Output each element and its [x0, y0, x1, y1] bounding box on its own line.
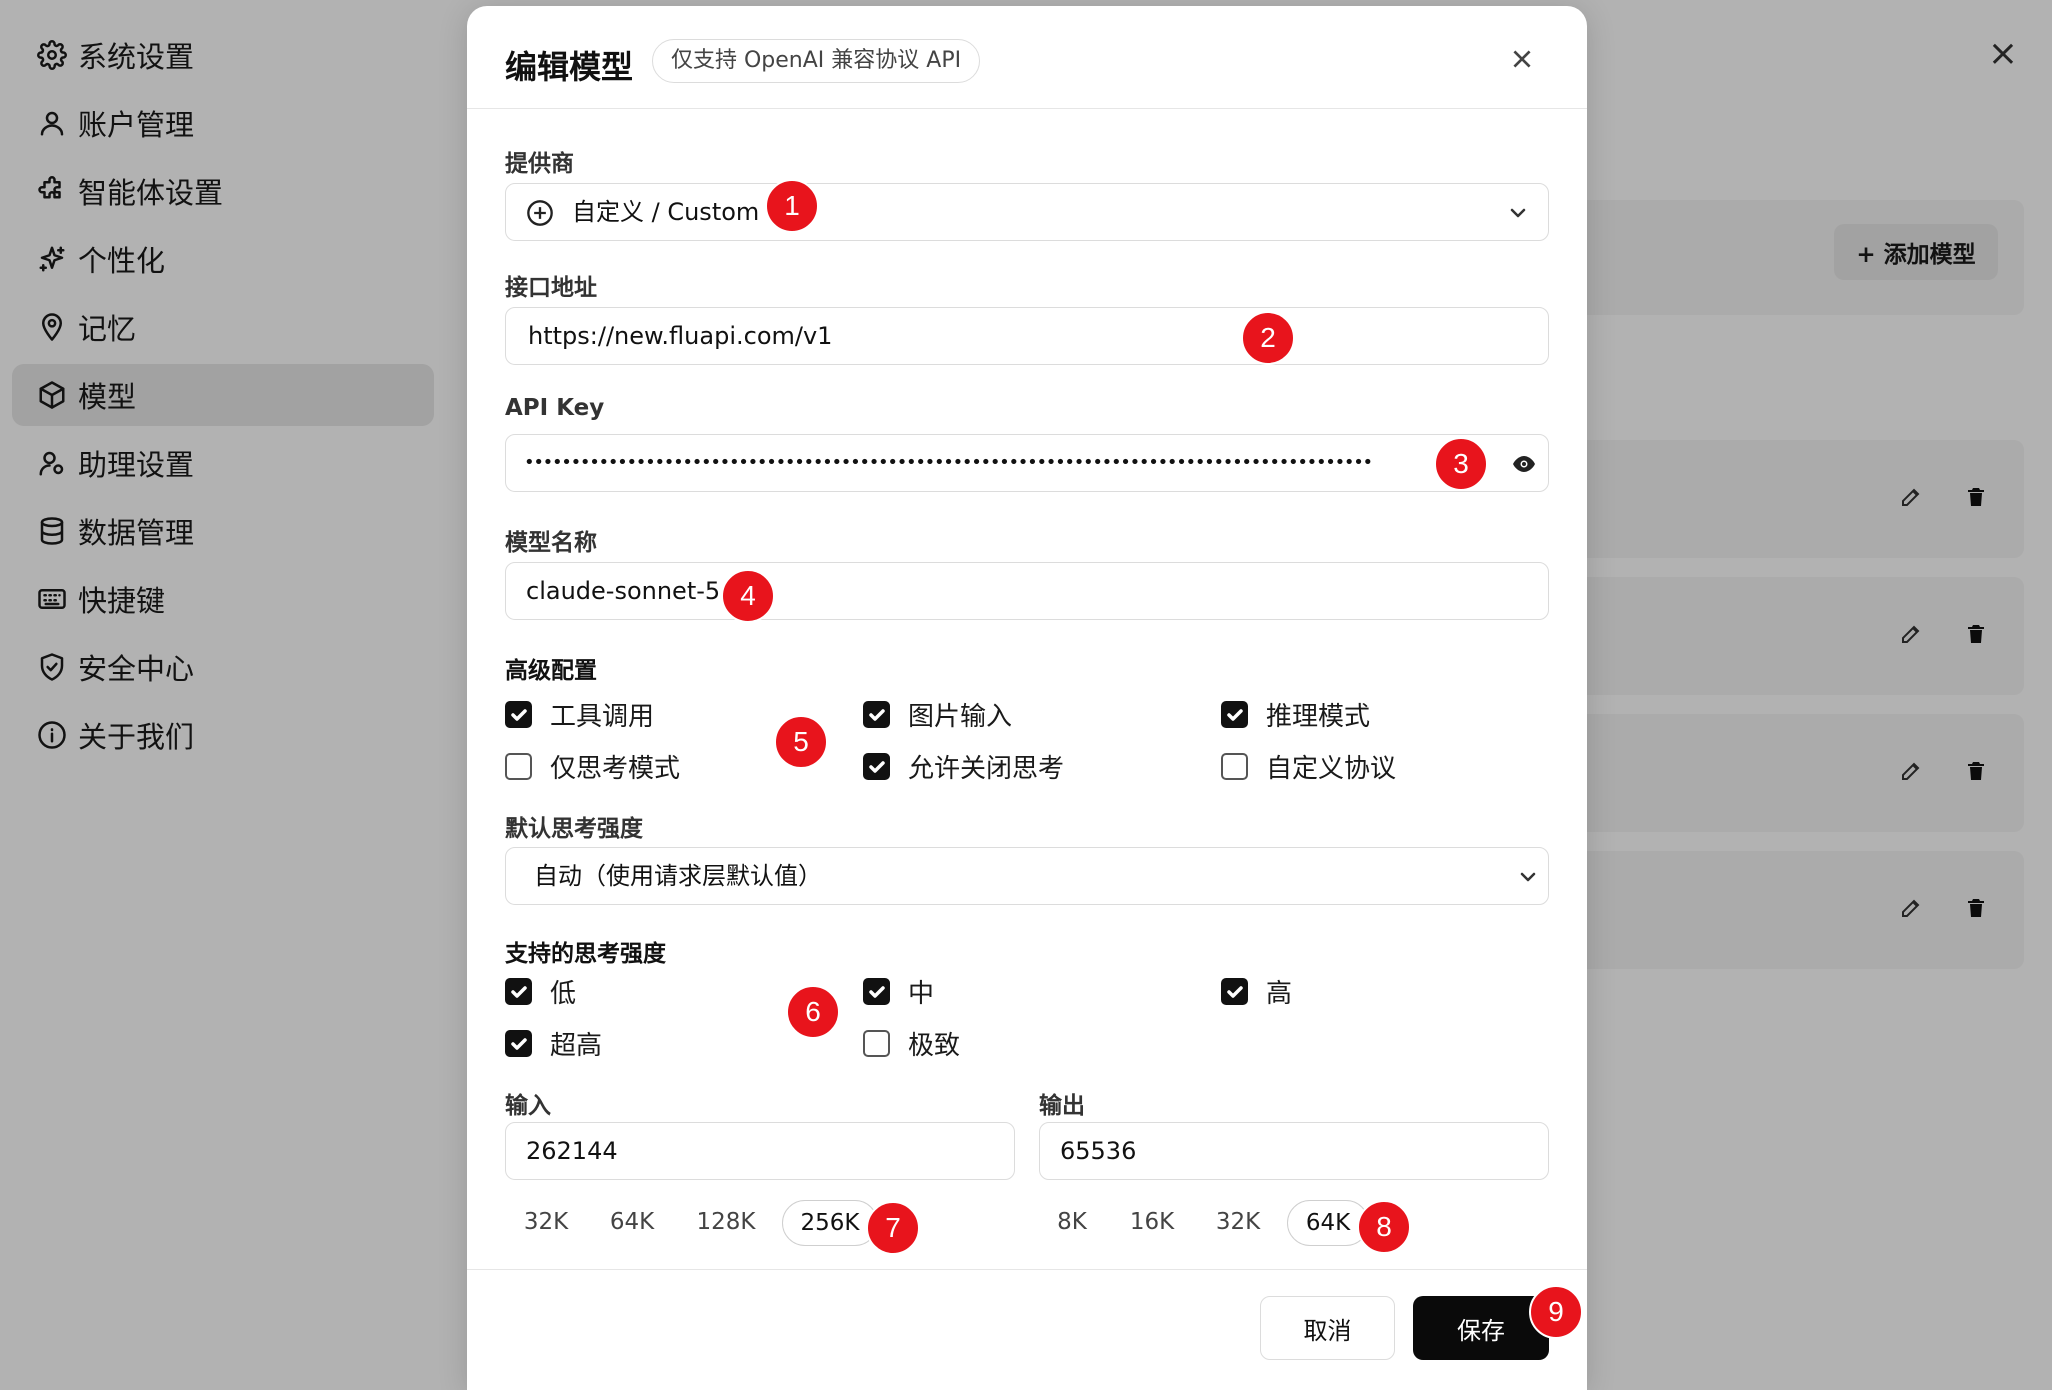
- output-preset-8k[interactable]: 8K: [1047, 1200, 1097, 1246]
- output-tokens-value: 65536: [1060, 1137, 1137, 1165]
- eye-icon[interactable]: [1512, 453, 1536, 475]
- api-key-label: API Key: [505, 395, 605, 421]
- checkbox-checked-icon: [1221, 701, 1248, 728]
- protocol-badge: 仅支持 OpenAI 兼容协议 API: [652, 39, 981, 83]
- model-name-value: claude-sonnet-5: [526, 577, 721, 605]
- checkbox-label: 低: [550, 979, 577, 1009]
- checkbox-label: 图片输入: [908, 702, 1013, 732]
- dialog-header: 编辑模型 仅支持 OpenAI 兼容协议 API: [467, 6, 1587, 109]
- checkbox-custom-protocol[interactable]: 自定义协议: [1221, 748, 1396, 785]
- checkbox-image-input[interactable]: 图片输入: [863, 696, 1012, 733]
- checkbox-checked-icon: [505, 701, 532, 728]
- checkbox-effort-high[interactable]: 高: [1221, 973, 1292, 1010]
- input-preset-64k[interactable]: 64K: [599, 1200, 665, 1246]
- checkbox-label: 极致: [908, 1031, 961, 1061]
- chevron-down-icon: [1516, 865, 1540, 889]
- model-name-input[interactable]: claude-sonnet-5: [505, 562, 1549, 620]
- endpoint-label: 接口地址: [505, 275, 597, 301]
- dialog-title: 编辑模型: [505, 48, 634, 86]
- annotation-marker: 9: [1529, 1285, 1583, 1339]
- annotation-marker: 8: [1357, 1200, 1411, 1254]
- input-preset-256k[interactable]: 256K: [782, 1200, 878, 1246]
- checkbox-unchecked-icon: [863, 1030, 890, 1057]
- default-effort-label: 默认思考强度: [505, 816, 643, 842]
- checkbox-label: 工具调用: [550, 702, 655, 732]
- checkbox-label: 自定义协议: [1266, 754, 1397, 784]
- checkbox-label: 推理模式: [1266, 702, 1371, 732]
- provider-value: 自定义 / Custom: [572, 198, 760, 226]
- input-tokens-field[interactable]: 262144: [505, 1122, 1015, 1180]
- default-effort-select[interactable]: 自动（使用请求层默认值）: [505, 847, 1549, 905]
- output-tokens-label: 输出: [1039, 1093, 1085, 1119]
- chevron-down-icon: [1506, 201, 1530, 225]
- output-preset-32k[interactable]: 32K: [1205, 1200, 1271, 1246]
- checkbox-checked-icon: [863, 978, 890, 1005]
- checkbox-reasoning-mode[interactable]: 推理模式: [1221, 696, 1370, 733]
- checkbox-label: 仅思考模式: [550, 754, 681, 784]
- annotation-marker: 2: [1241, 311, 1295, 365]
- edit-model-dialog: 编辑模型 仅支持 OpenAI 兼容协议 API 提供商 自定义 / Custo…: [467, 6, 1587, 1390]
- checkbox-allow-disable-thinking[interactable]: 允许关闭思考: [863, 748, 1064, 785]
- annotation-marker: 7: [866, 1201, 920, 1255]
- input-preset-32k[interactable]: 32K: [513, 1200, 579, 1246]
- endpoint-input[interactable]: https://new.fluapi.com/v1: [505, 307, 1549, 365]
- output-preset-16k[interactable]: 16K: [1119, 1200, 1185, 1246]
- cancel-button[interactable]: 取消: [1260, 1296, 1395, 1360]
- checkbox-effort-xhigh[interactable]: 超高: [505, 1025, 602, 1062]
- input-tokens-label: 输入: [505, 1093, 551, 1119]
- checkbox-tool-calling[interactable]: 工具调用: [505, 696, 654, 733]
- api-key-value: ••••••••••••••••••••••••••••••••••••••••…: [524, 452, 1373, 473]
- checkbox-checked-icon: [863, 701, 890, 728]
- advanced-config-title: 高级配置: [505, 658, 597, 684]
- input-preset-128k[interactable]: 128K: [687, 1200, 765, 1246]
- annotation-marker: 1: [765, 179, 819, 233]
- checkbox-label: 允许关闭思考: [908, 754, 1065, 784]
- provider-select[interactable]: 自定义 / Custom: [505, 183, 1549, 241]
- provider-label: 提供商: [505, 151, 574, 177]
- annotation-marker: 6: [786, 985, 840, 1039]
- checkbox-checked-icon: [863, 753, 890, 780]
- checkbox-unchecked-icon: [1221, 753, 1248, 780]
- default-effort-value: 自动（使用请求层默认值）: [534, 862, 822, 890]
- checkbox-thinking-only[interactable]: 仅思考模式: [505, 748, 680, 785]
- checkbox-effort-medium[interactable]: 中: [863, 973, 934, 1010]
- checkbox-label: 超高: [550, 1031, 603, 1061]
- supported-effort-title: 支持的思考强度: [505, 941, 666, 967]
- endpoint-value: https://new.fluapi.com/v1: [528, 322, 833, 350]
- checkbox-label: 高: [1266, 979, 1293, 1009]
- input-tokens-value: 262144: [526, 1137, 618, 1165]
- checkbox-checked-icon: [505, 1030, 532, 1057]
- checkbox-checked-icon: [1221, 978, 1248, 1005]
- checkbox-label: 中: [908, 979, 935, 1009]
- checkbox-checked-icon: [505, 978, 532, 1005]
- checkbox-effort-max[interactable]: 极致: [863, 1025, 960, 1062]
- annotation-marker: 3: [1434, 437, 1488, 491]
- checkbox-effort-low[interactable]: 低: [505, 973, 576, 1010]
- plus-circle-icon: [526, 199, 554, 227]
- output-tokens-field[interactable]: 65536: [1039, 1122, 1549, 1180]
- close-icon[interactable]: [1509, 46, 1535, 72]
- model-name-label: 模型名称: [505, 530, 597, 556]
- api-key-input[interactable]: ••••••••••••••••••••••••••••••••••••••••…: [505, 434, 1549, 492]
- annotation-marker: 4: [721, 569, 775, 623]
- checkbox-unchecked-icon: [505, 753, 532, 780]
- annotation-marker: 5: [774, 715, 828, 769]
